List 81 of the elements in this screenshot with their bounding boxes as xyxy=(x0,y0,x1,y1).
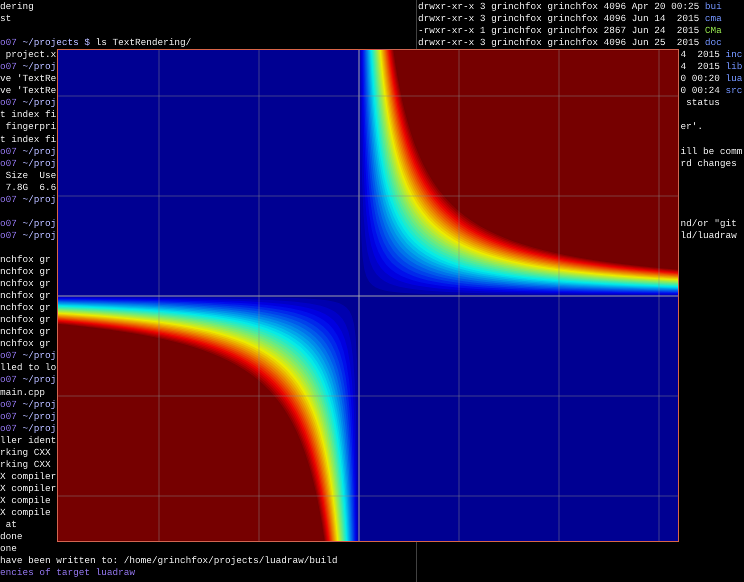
terminal-text: nchfox gr xyxy=(0,290,51,302)
terminal-text: CMa xyxy=(704,25,722,36)
terminal-text: 0 00:24 xyxy=(680,85,721,96)
terminal-text: ve 'TextRe xyxy=(0,73,56,84)
terminal-text: -rwxr-xr-x 1 grinchfox grinchfox 2867 Jun 24 2015 xyxy=(418,25,700,36)
terminal-text: o07 xyxy=(0,230,17,241)
terminal-text: nchfox gr xyxy=(0,314,51,326)
terminal-text: t index fi xyxy=(0,134,56,145)
terminal-text: o07 xyxy=(0,37,17,48)
terminal-text: X compile xyxy=(0,494,51,506)
terminal-text: o07 xyxy=(0,158,17,169)
terminal-text: cma xyxy=(704,13,722,24)
terminal-text: lled to lo xyxy=(0,362,56,374)
terminal-text: o07 xyxy=(0,146,17,157)
terminal-text: o07 xyxy=(0,97,17,108)
terminal-text: nchfox gr xyxy=(0,302,51,314)
terminal-text: rd changes xyxy=(680,158,737,169)
terminal-text: ~/proj xyxy=(22,218,56,229)
terminal-text: drwxr-xr-x 3 grinchfox grinchfox 4096 Jun 14 2015 xyxy=(418,13,700,24)
terminal-text: ~/proj xyxy=(22,350,56,362)
terminal-text: ~/proj xyxy=(22,374,56,386)
terminal-text: ller ident xyxy=(0,434,56,446)
terminal-text: src xyxy=(726,85,742,96)
terminal-text: encies of target luadraw xyxy=(0,567,136,578)
terminal-text: rking CXX xyxy=(0,458,51,470)
terminal-text: 0 00:20 xyxy=(680,73,721,84)
terminal-text: ~/proj xyxy=(22,158,56,169)
terminal-text: done xyxy=(0,531,23,542)
terminal-text: o07 xyxy=(0,350,17,362)
terminal-text: inc xyxy=(726,49,742,60)
terminal-text: dering xyxy=(0,1,34,12)
terminal-text: o07 xyxy=(0,61,17,72)
terminal-text: X compiler xyxy=(0,482,56,494)
terminal-text: o07 xyxy=(0,410,17,422)
terminal-text: ~/proj xyxy=(22,61,56,72)
terminal-text: ~/proj xyxy=(22,230,56,241)
terminal-text: main.cpp xyxy=(0,386,46,398)
terminal-text: o07 xyxy=(0,194,17,205)
terminal-text: one xyxy=(0,543,17,554)
terminal-text: ill be comm xyxy=(680,146,742,157)
terminal-text: 4 2015 xyxy=(680,61,721,72)
terminal-text: doc xyxy=(704,37,722,48)
terminal-text: ls TextRendering/ xyxy=(96,37,192,48)
terminal-text: ~/proj xyxy=(22,146,56,157)
terminal-text: ~/proj xyxy=(22,410,56,422)
terminal-text: nchfox gr xyxy=(0,278,51,290)
terminal-text: ~/proj xyxy=(22,422,56,434)
terminal-text: Size Use xyxy=(4,170,56,181)
terminal-text: o07 xyxy=(0,218,17,229)
terminal-text: ld/luadraw xyxy=(680,230,737,241)
terminal-text: project.x xyxy=(4,49,56,60)
terminal-text: have been written to: /home/grinchfox/projects/luadraw/build xyxy=(0,555,338,566)
terminal-text: drwxr-xr-x 3 grinchfox grinchfox 4096 Jun 25 2015 xyxy=(418,37,700,48)
terminal-text: nchfox gr xyxy=(0,338,51,350)
terminal-text: ve 'TextRe xyxy=(0,85,56,96)
terminal-text: nd/or "git xyxy=(680,218,737,229)
terminal-text: 4 2015 xyxy=(680,49,721,60)
terminal-text: nchfox gr xyxy=(0,326,51,338)
terminal-text: o07 xyxy=(0,374,17,386)
terminal-text: X compiler xyxy=(0,470,56,482)
terminal-text: er'. xyxy=(680,121,704,132)
terminal-text: o07 xyxy=(0,398,17,410)
terminal-text: 7.8G 6.6 xyxy=(4,182,56,193)
terminal-text: at xyxy=(4,519,17,530)
terminal-text: lib xyxy=(726,61,742,72)
terminal-text: t index fi xyxy=(0,109,56,120)
terminal-text: ~/proj xyxy=(22,97,56,108)
terminal-text: bui xyxy=(704,1,722,12)
terminal-text: X compile xyxy=(0,506,51,518)
terminal-text: nchfox gr xyxy=(0,254,51,265)
terminal-text: rking CXX xyxy=(0,446,51,458)
terminal-text: nchfox gr xyxy=(0,266,51,278)
terminal-text: ~/projects $ xyxy=(22,37,92,48)
terminal-text: st xyxy=(0,13,12,24)
terminal-text: drwxr-xr-x 3 grinchfox grinchfox 4096 Apr 20 00:25 xyxy=(418,1,700,12)
terminal-text: o07 xyxy=(0,422,17,434)
terminal-text: ~/proj xyxy=(22,194,56,205)
terminal-text: ~/proj xyxy=(22,398,56,410)
terminal-text: fingerpri xyxy=(4,121,56,132)
terminal-text: lua xyxy=(726,73,742,84)
terminal-text: status xyxy=(685,97,720,108)
